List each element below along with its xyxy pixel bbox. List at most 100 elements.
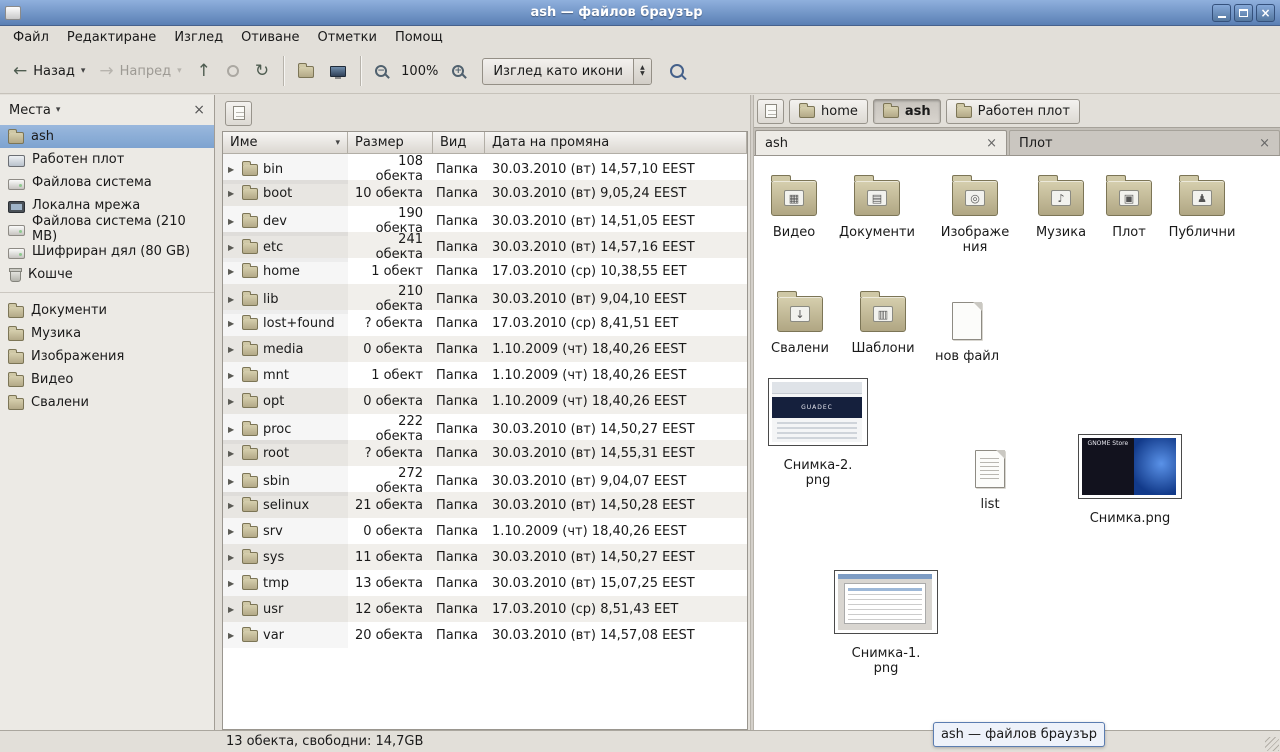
table-row[interactable]: ▶ etc 241 обекта Папка 30.03.2010 (вт) 1… [223, 232, 747, 258]
places-item[interactable]: Работен плот [0, 148, 214, 171]
table-row[interactable]: ▶ lost+found ? обекта Папка 17.03.2010 (… [223, 310, 747, 336]
places-item[interactable]: Музика [0, 322, 214, 345]
places-dropdown-icon[interactable]: ▾ [56, 105, 61, 115]
icon-view-item[interactable]: GUADEC Снимка-2.png [768, 378, 868, 488]
close-button[interactable]: × [1256, 4, 1275, 22]
zoom-out-button[interactable]: − [367, 54, 395, 88]
expander-icon[interactable]: ▶ [228, 295, 237, 304]
table-row[interactable]: ▶ dev 190 обекта Папка 30.03.2010 (вт) 1… [223, 206, 747, 232]
expander-icon[interactable]: ▶ [228, 189, 237, 198]
places-item[interactable]: Изображения [0, 345, 214, 368]
table-row[interactable]: ▶ root ? обекта Папка 30.03.2010 (вт) 14… [223, 440, 747, 466]
table-row[interactable]: ▶ sys 11 обекта Папка 30.03.2010 (вт) 14… [223, 544, 747, 570]
expander-icon[interactable]: ▶ [228, 425, 237, 434]
view-mode-select[interactable]: Изглед като икони ▲▼ [482, 58, 652, 85]
menu-item[interactable]: Отиване [232, 28, 308, 47]
expander-icon[interactable]: ▶ [228, 527, 237, 536]
column-header-type[interactable]: Вид [433, 132, 485, 154]
expander-icon[interactable]: ▶ [228, 397, 237, 406]
table-row[interactable]: ▶ lib 210 обекта Папка 30.03.2010 (вт) 9… [223, 284, 747, 310]
table-row[interactable]: ▶ var 20 обекта Папка 30.03.2010 (вт) 14… [223, 622, 747, 648]
table-row[interactable]: ▶ home 1 обект Папка 17.03.2010 (ср) 10,… [223, 258, 747, 284]
icon-view-item[interactable]: ▦ Видео [756, 172, 832, 240]
expander-icon[interactable]: ▶ [228, 345, 237, 354]
resize-grip[interactable] [1265, 737, 1279, 751]
places-item[interactable]: Кошче [0, 263, 214, 286]
computer-button[interactable] [322, 54, 354, 88]
location-bar-toggle-button[interactable] [757, 99, 784, 124]
expander-icon[interactable]: ▶ [228, 579, 237, 588]
expander-icon[interactable]: ▶ [228, 631, 237, 640]
places-item[interactable]: Видео [0, 368, 214, 391]
table-row[interactable]: ▶ srv 0 обекта Папка 1.10.2009 (чт) 18,4… [223, 518, 747, 544]
back-button[interactable]: ← Назад ▾ [6, 54, 92, 88]
tab-ash[interactable]: ash × [755, 130, 1007, 155]
table-row[interactable]: ▶ sbin 272 обекта Папка 30.03.2010 (вт) … [223, 466, 747, 492]
titlebar[interactable]: ash — файлов браузър × [0, 0, 1280, 26]
table-row[interactable]: ▶ media 0 обекта Папка 1.10.2009 (чт) 18… [223, 336, 747, 362]
zoom-in-button[interactable]: + [444, 54, 472, 88]
view-mode-spinner[interactable]: ▲▼ [633, 59, 651, 84]
icon-view-item[interactable]: ▥ Шаблони [845, 288, 921, 356]
table-row[interactable]: ▶ selinux 21 обекта Папка 30.03.2010 (вт… [223, 492, 747, 518]
path-button-desktop[interactable]: Работен плот [946, 99, 1080, 124]
table-row[interactable]: ▶ usr 12 обекта Папка 17.03.2010 (ср) 8,… [223, 596, 747, 622]
places-header[interactable]: Места ▾ × [0, 95, 214, 125]
window-list-button[interactable]: ash — файлов браузър [933, 722, 1105, 747]
icon-view-item[interactable]: нов файл [929, 288, 1005, 364]
places-item[interactable]: Шифриран дял (80 GB) [0, 240, 214, 263]
tab-close-icon[interactable]: × [1259, 136, 1270, 151]
expander-icon[interactable]: ▶ [228, 165, 237, 174]
search-button[interactable] [662, 54, 692, 88]
menu-item[interactable]: Отметки [308, 28, 385, 47]
expander-icon[interactable]: ▶ [228, 477, 237, 486]
expander-icon[interactable]: ▶ [228, 267, 237, 276]
table-row[interactable]: ▶ mnt 1 обект Папка 1.10.2009 (чт) 18,40… [223, 362, 747, 388]
up-button[interactable]: ↑ [189, 54, 219, 88]
expander-icon[interactable]: ▶ [228, 605, 237, 614]
tab-plot[interactable]: Плот × [1009, 130, 1280, 155]
expander-icon[interactable]: ▶ [228, 217, 237, 226]
menu-item[interactable]: Изглед [165, 28, 232, 47]
path-button-ash[interactable]: ash [873, 99, 941, 124]
table-row[interactable]: ▶ bin 108 обекта Папка 30.03.2010 (вт) 1… [223, 154, 747, 180]
minimize-button[interactable] [1212, 4, 1231, 22]
tab-close-icon[interactable]: × [986, 136, 997, 151]
menu-item[interactable]: Редактиране [58, 28, 165, 47]
location-bar-toggle-button[interactable] [225, 101, 252, 126]
back-history-dropdown-icon[interactable]: ▾ [81, 66, 86, 76]
icon-view-item[interactable]: ↓ Свалени [762, 288, 838, 356]
table-row[interactable]: ▶ proc 222 обекта Папка 30.03.2010 (вт) … [223, 414, 747, 440]
icon-view-item[interactable]: ▤ Документи [839, 172, 915, 240]
home-button[interactable] [290, 54, 322, 88]
expander-icon[interactable]: ▶ [228, 243, 237, 252]
expander-icon[interactable]: ▶ [228, 319, 237, 328]
expander-icon[interactable]: ▶ [228, 553, 237, 562]
icon-view-item[interactable]: ◎ Изображения [937, 172, 1013, 255]
places-item[interactable]: Документи [0, 299, 214, 322]
table-row[interactable]: ▶ opt 0 обекта Папка 1.10.2009 (чт) 18,4… [223, 388, 747, 414]
icon-view-item[interactable]: Снимка-1.png [834, 570, 938, 676]
path-button-home[interactable]: home [789, 99, 868, 124]
icon-view-item[interactable]: ▣ Плот [1091, 172, 1167, 240]
maximize-button[interactable] [1234, 4, 1253, 22]
icon-view-item[interactable]: GNOME Store Снимка.png [1078, 434, 1182, 526]
icon-view-item[interactable]: list [952, 436, 1028, 512]
places-item[interactable]: Файлова система (210 MB) [0, 217, 214, 240]
places-item[interactable]: ash [0, 125, 214, 148]
icon-view-item[interactable]: ♟ Публични [1164, 172, 1240, 240]
column-header-size[interactable]: Размер [348, 132, 433, 154]
forward-history-dropdown-icon[interactable]: ▾ [177, 66, 182, 76]
places-close-icon[interactable]: × [193, 102, 205, 118]
expander-icon[interactable]: ▶ [228, 449, 237, 458]
places-item[interactable]: Файлова система [0, 171, 214, 194]
icon-view[interactable]: ▦ Видео ▤ Документи ◎ Изображения ♪ Музи… [754, 155, 1280, 730]
menu-item[interactable]: Помощ [386, 28, 452, 47]
menu-item[interactable]: Файл [4, 28, 58, 47]
forward-button[interactable]: → Напред ▾ [92, 54, 188, 88]
column-header-name[interactable]: Име ▾ [223, 132, 348, 154]
icon-view-item[interactable]: ♪ Музика [1023, 172, 1099, 240]
column-header-date[interactable]: Дата на промяна [485, 132, 747, 154]
table-row[interactable]: ▶ tmp 13 обекта Папка 30.03.2010 (вт) 15… [223, 570, 747, 596]
reload-button[interactable]: ↻ [247, 54, 277, 88]
